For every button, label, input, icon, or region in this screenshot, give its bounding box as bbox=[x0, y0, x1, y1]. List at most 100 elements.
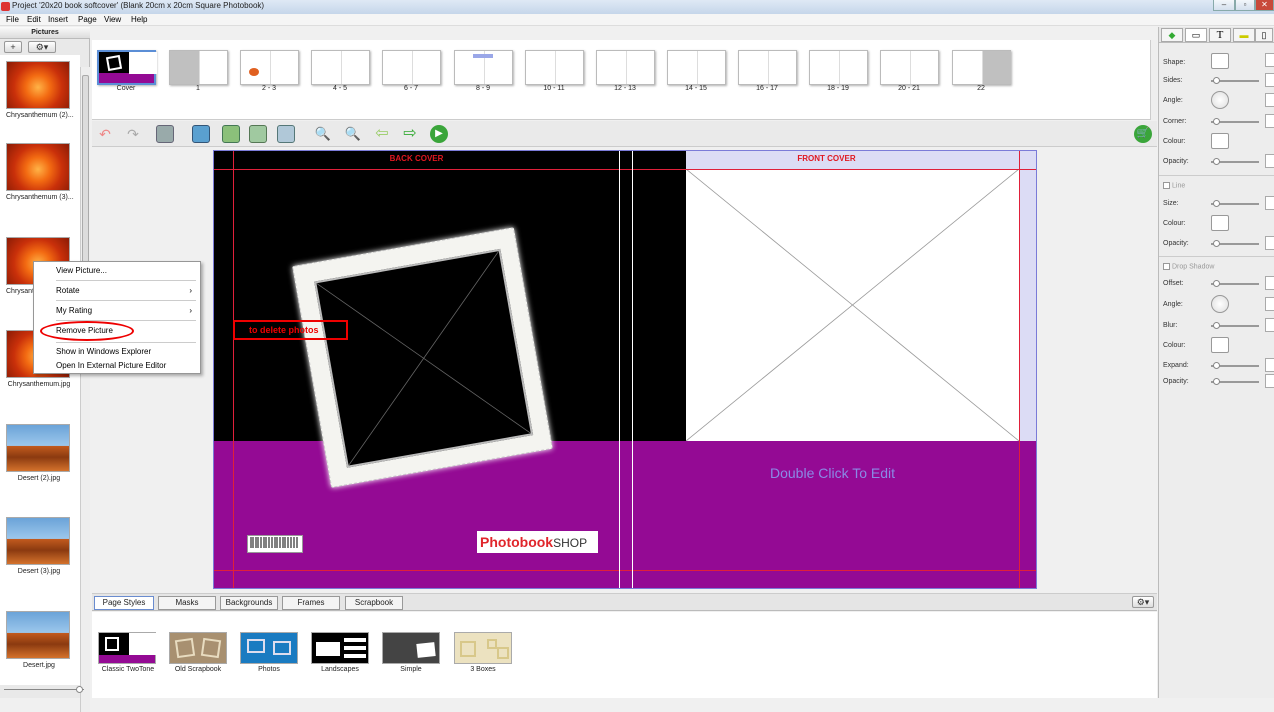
minimize-button[interactable]: – bbox=[1213, 0, 1235, 11]
line-checkbox[interactable] bbox=[1163, 182, 1170, 189]
shadow-opacity-value-box[interactable] bbox=[1265, 374, 1274, 388]
picture-thumbnail[interactable] bbox=[6, 517, 70, 565]
picture-item[interactable]: Desert.jpg bbox=[6, 611, 72, 669]
shape-tab-icon[interactable]: ◆ bbox=[1161, 28, 1183, 42]
shape-picker[interactable] bbox=[1211, 53, 1229, 69]
shape-side-box[interactable] bbox=[1265, 53, 1274, 67]
frame-tab-icon[interactable]: ▭ bbox=[1185, 28, 1207, 42]
menu-insert[interactable]: Insert bbox=[48, 15, 68, 24]
shadow-offset-slider-knob[interactable] bbox=[1213, 280, 1220, 287]
line-opacity-slider-knob[interactable] bbox=[1213, 240, 1220, 247]
shadow-blur-slider-knob[interactable] bbox=[1213, 322, 1220, 329]
shadow-colour-picker[interactable] bbox=[1211, 337, 1229, 353]
style-thumb-3-boxes[interactable] bbox=[454, 632, 512, 664]
shadow-expand-slider-knob[interactable] bbox=[1213, 362, 1220, 369]
drop-shadow-checkbox[interactable] bbox=[1163, 263, 1170, 270]
corner-slider-knob[interactable] bbox=[1213, 118, 1220, 125]
tab-scrapbook[interactable]: Scrapbook bbox=[345, 596, 403, 610]
strip-scrollbar[interactable] bbox=[1150, 40, 1157, 120]
undo-icon[interactable]: ↶ bbox=[96, 125, 114, 143]
picture-thumbnail[interactable] bbox=[6, 143, 70, 191]
drop-shadow-section-header[interactable]: Drop Shadow bbox=[1163, 263, 1214, 270]
cart-icon[interactable]: 🛒 bbox=[1134, 125, 1152, 143]
shadow-expand-value-box[interactable] bbox=[1265, 358, 1274, 372]
page-thumb[interactable] bbox=[169, 50, 228, 85]
page-tab-icon[interactable]: ▯ bbox=[1255, 28, 1273, 42]
menu-view[interactable]: View bbox=[104, 15, 121, 24]
previous-page-icon[interactable]: ⇦ bbox=[373, 125, 391, 143]
page-thumb-cover[interactable] bbox=[97, 50, 157, 85]
page-thumb[interactable] bbox=[667, 50, 726, 85]
menu-help[interactable]: Help bbox=[131, 15, 147, 24]
picture-thumbnail[interactable] bbox=[6, 61, 70, 109]
picture-item[interactable]: Chrysanthemum (2)... bbox=[6, 61, 74, 119]
page-thumb[interactable] bbox=[952, 50, 1011, 85]
maximize-button[interactable]: ▫ bbox=[1235, 0, 1255, 11]
redo-icon[interactable]: ↷ bbox=[124, 125, 142, 143]
menu-open-external-editor[interactable]: Open In External Picture Editor bbox=[56, 361, 166, 370]
opacity-slider-knob[interactable] bbox=[1213, 158, 1220, 165]
page-thumb[interactable] bbox=[382, 50, 441, 85]
line-size-value-box[interactable] bbox=[1265, 196, 1274, 210]
add-picture-button[interactable]: + bbox=[4, 41, 22, 53]
tab-backgrounds[interactable]: Backgrounds bbox=[220, 596, 278, 610]
gear-icon[interactable]: ⚙▾ bbox=[28, 41, 56, 53]
add-text-icon[interactable] bbox=[222, 125, 240, 143]
page-thumb[interactable] bbox=[596, 50, 655, 85]
page-thumb[interactable] bbox=[311, 50, 370, 85]
gear-icon[interactable]: ⚙▾ bbox=[1132, 596, 1154, 608]
shadow-angle-dial[interactable] bbox=[1211, 295, 1229, 313]
double-click-text[interactable]: Double Click To Edit bbox=[770, 465, 895, 481]
page-thumb[interactable] bbox=[454, 50, 513, 85]
scrollbar-thumb[interactable] bbox=[82, 75, 89, 285]
zoom-slider-knob[interactable] bbox=[76, 686, 83, 693]
ruler-tab-icon[interactable]: ▬ bbox=[1233, 28, 1255, 42]
page-thumb[interactable] bbox=[525, 50, 584, 85]
picture-item[interactable]: Chrysanthemum (3)... bbox=[6, 143, 74, 201]
opacity-value-box[interactable] bbox=[1265, 154, 1274, 168]
picture-item[interactable]: Desert (2).jpg bbox=[6, 424, 72, 482]
style-thumb-old-scrapbook[interactable] bbox=[169, 632, 227, 664]
add-photo-icon[interactable] bbox=[192, 125, 210, 143]
line-opacity-value-box[interactable] bbox=[1265, 236, 1274, 250]
corner-value-box[interactable] bbox=[1265, 114, 1274, 128]
close-button[interactable]: ✕ bbox=[1255, 0, 1274, 11]
shadow-blur-value-box[interactable] bbox=[1265, 318, 1274, 332]
sides-value-box[interactable] bbox=[1265, 73, 1274, 87]
tab-masks[interactable]: Masks bbox=[158, 596, 216, 610]
picture-item[interactable]: Desert (3).jpg bbox=[6, 517, 72, 575]
picture-thumbnail[interactable] bbox=[6, 424, 70, 472]
style-thumb-landscapes[interactable] bbox=[311, 632, 369, 664]
page-thumb[interactable] bbox=[809, 50, 868, 85]
zoom-slider[interactable] bbox=[4, 689, 84, 690]
stamp-photo-placeholder[interactable] bbox=[314, 248, 534, 468]
text-tab-icon[interactable]: T bbox=[1209, 28, 1231, 42]
tab-page-styles[interactable]: Page Styles bbox=[94, 596, 154, 610]
stamp-frame-photo[interactable] bbox=[292, 227, 553, 488]
colour-picker[interactable] bbox=[1211, 133, 1229, 149]
angle-dial[interactable] bbox=[1211, 91, 1229, 109]
save-icon[interactable] bbox=[156, 125, 174, 143]
next-page-icon[interactable]: ⇨ bbox=[401, 125, 419, 143]
zoom-in-icon[interactable]: 🔍 bbox=[344, 125, 362, 143]
line-size-slider-knob[interactable] bbox=[1213, 200, 1220, 207]
shadow-opacity-slider-knob[interactable] bbox=[1213, 378, 1220, 385]
print-icon[interactable] bbox=[277, 125, 295, 143]
picture-thumbnail[interactable] bbox=[6, 611, 70, 659]
export-icon[interactable] bbox=[249, 125, 267, 143]
menu-show-in-explorer[interactable]: Show in Windows Explorer bbox=[56, 347, 151, 356]
menu-page[interactable]: Page bbox=[78, 15, 97, 24]
line-colour-picker[interactable] bbox=[1211, 215, 1229, 231]
style-thumb-photos[interactable] bbox=[240, 632, 298, 664]
shadow-angle-value-box[interactable] bbox=[1265, 297, 1274, 311]
menu-edit[interactable]: Edit bbox=[27, 15, 41, 24]
menu-view-picture[interactable]: View Picture... bbox=[56, 266, 107, 275]
sides-slider-knob[interactable] bbox=[1213, 77, 1220, 84]
menu-file[interactable]: File bbox=[6, 15, 19, 24]
page-thumb[interactable] bbox=[240, 50, 299, 85]
style-thumb-simple[interactable] bbox=[382, 632, 440, 664]
style-thumb-classic-twotone[interactable] bbox=[98, 632, 156, 664]
menu-rotate[interactable]: Rotate bbox=[56, 286, 80, 295]
tab-frames[interactable]: Frames bbox=[282, 596, 340, 610]
shadow-offset-value-box[interactable] bbox=[1265, 276, 1274, 290]
